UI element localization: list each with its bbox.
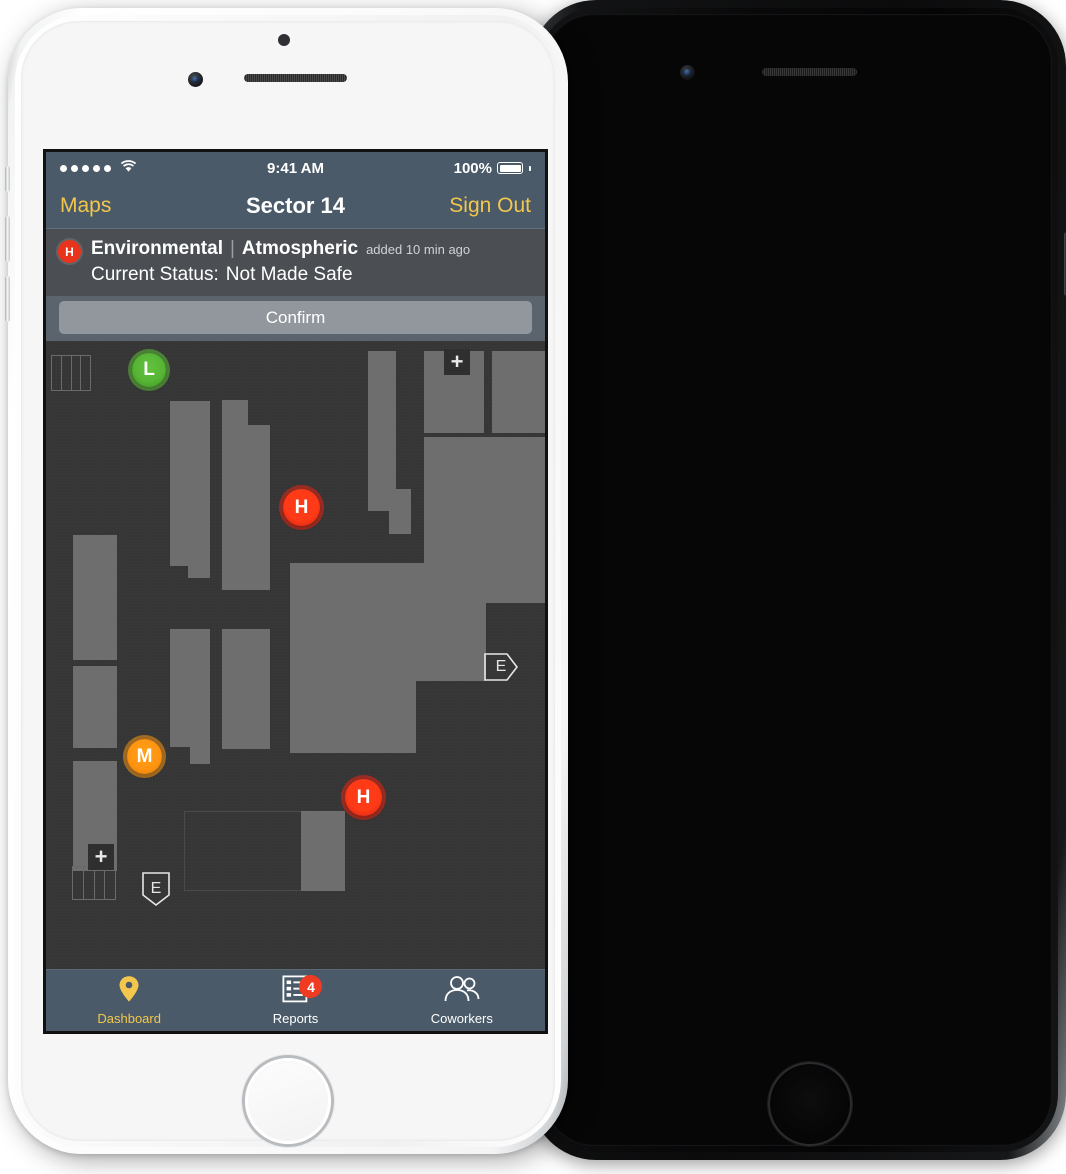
alert-timestamp: added 10 min ago (366, 242, 471, 257)
volume-down-button[interactable] (5, 276, 10, 322)
battery-percent: 100% (453, 159, 492, 177)
alert-banner-text: Environmental | Atmospheric added 10 min ag… (91, 236, 470, 287)
map-building (222, 425, 270, 591)
battery-cap (529, 165, 531, 171)
alert-subcategory: Atmospheric (241, 238, 359, 259)
map-building (190, 629, 210, 765)
map-marker-low[interactable]: L (132, 353, 166, 388)
dark-phone-glass (544, 14, 1052, 1146)
earpiece-speaker (762, 68, 857, 76)
proximity-sensor (278, 34, 290, 46)
map-marker-high-1[interactable]: H (283, 489, 320, 527)
earpiece-speaker (244, 74, 347, 82)
alert-status-line: Current Status: Not Made Safe (91, 262, 470, 287)
tab-label-dashboard: Dashboard (97, 1011, 161, 1026)
alert-status-label: Current Status: (91, 264, 219, 286)
people-icon (443, 975, 481, 1008)
navigation-bar: Maps Sector 14 Sign Out (46, 184, 545, 229)
map-building (73, 666, 117, 749)
tab-coworkers[interactable]: Coworkers (379, 970, 545, 1031)
first-aid-icon: + (444, 349, 470, 376)
map-marker-medium[interactable]: M (127, 739, 162, 775)
alert-status-value: Not Made Safe (225, 264, 353, 286)
sign-out-button[interactable]: Sign Out (449, 194, 531, 218)
screenshot-stage: 9:41 AM 100% Cancel Sector 14 Update Ale… (0, 0, 1066, 1174)
battery-icon (497, 162, 523, 174)
map-building (170, 401, 210, 567)
severity-badge-high: H (58, 240, 81, 263)
first-aid-icon: + (88, 844, 114, 871)
map-building (492, 351, 545, 434)
mute-switch[interactable] (5, 166, 10, 192)
tab-label-reports: Reports (272, 1011, 319, 1026)
tab-dashboard[interactable]: Dashboard (46, 970, 212, 1031)
maps-back-button[interactable]: Maps (60, 194, 111, 218)
exit-label: E (495, 658, 507, 676)
tab-label-coworkers: Coworkers (430, 1011, 493, 1026)
alert-category: Environmental (91, 238, 223, 259)
map-marker-high-2[interactable]: H (345, 779, 382, 817)
reports-badge-count: 4 (299, 975, 323, 998)
map-building (301, 811, 345, 892)
alert-separator: | (229, 238, 235, 259)
map-pin-icon (118, 975, 140, 1008)
exit-label: E (150, 880, 162, 898)
map-building (368, 351, 396, 512)
tab-bar: Dashboard 4 Reports Coworkers (46, 969, 545, 1031)
map-building (188, 556, 210, 579)
status-bar: 9:41 AM 100% (46, 152, 545, 184)
tab-reports[interactable]: 4 Reports (212, 970, 378, 1031)
volume-up-button[interactable] (5, 216, 10, 262)
front-camera-icon (680, 65, 695, 80)
map-building (389, 489, 411, 535)
alert-category-line: Environmental | Atmospheric added 10 min ag… (91, 236, 470, 261)
exit-sign-right-icon: E (483, 652, 519, 682)
confirm-bar: Confirm (46, 296, 545, 342)
white-phone-screen: 9:41 AM 100% Maps Sector 14 Sign Out H E… (43, 149, 548, 1034)
front-camera-icon (188, 72, 203, 87)
exit-sign-down-icon: E (141, 871, 171, 907)
map-building (222, 629, 270, 750)
map-building (416, 621, 486, 682)
battery-indicator: 100% (454, 160, 531, 177)
home-button[interactable] (768, 1062, 852, 1146)
white-iphone-device: 9:41 AM 100% Maps Sector 14 Sign Out H E… (5, 8, 568, 1154)
stairs-icon (72, 866, 116, 901)
home-button[interactable] (245, 1058, 331, 1144)
dark-iphone-device: 9:41 AM 100% Cancel Sector 14 Update Ale… (527, 0, 1066, 1160)
stairs-icon (51, 355, 91, 392)
confirm-button[interactable]: Confirm (59, 301, 532, 335)
map-building (73, 535, 117, 661)
sector-map[interactable]: + + E E L H M H (46, 341, 545, 969)
alert-banner[interactable]: H Environmental | Atmospheric added 10 min … (46, 229, 545, 297)
